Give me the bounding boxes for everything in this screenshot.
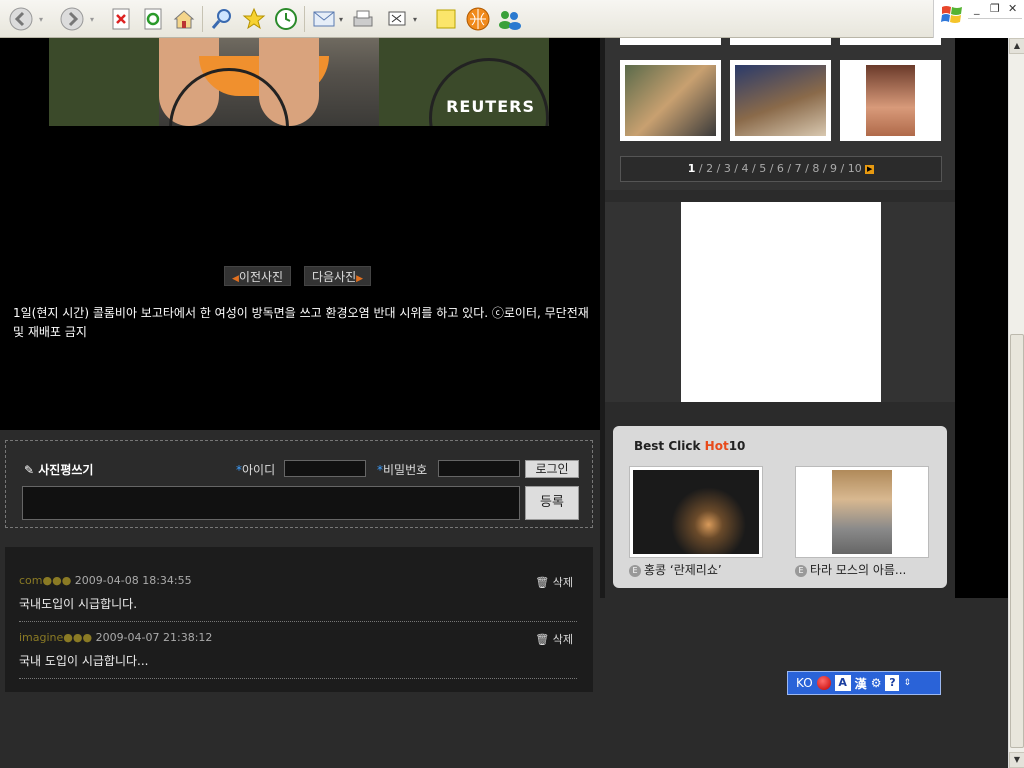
- page-current[interactable]: 1: [688, 162, 696, 175]
- page-content: REUTERS ◀이전사진 다음사진▶ 1일(현지 시간) 콜롬비아 보고타에서…: [0, 38, 1008, 768]
- hot-item[interactable]: E 타라 모스의 아름...: [795, 466, 929, 578]
- delete-comment-button[interactable]: 🗑 삭제: [535, 631, 573, 647]
- e-badge-icon: E: [795, 564, 807, 577]
- left-arrow-icon: ◀: [232, 274, 239, 284]
- prev-photo-button[interactable]: ◀이전사진: [224, 266, 292, 286]
- ime-menu-icon[interactable]: ⇕: [903, 678, 911, 688]
- browser-toolbar: ▾ ▾ ▾ ▾ _ ❐ ✕: [0, 0, 1024, 38]
- edit-icon[interactable]: [385, 6, 411, 32]
- minimize-icon[interactable]: _: [974, 2, 980, 15]
- history-icon[interactable]: [273, 6, 299, 32]
- ime-tool-icon[interactable]: ⚙: [871, 676, 882, 690]
- page-link[interactable]: 6: [777, 162, 784, 175]
- comment-text: 국내도입이 시급합니다.: [19, 597, 138, 611]
- thumbnail-3[interactable]: [840, 60, 941, 141]
- comment-item: com●●● 2009-04-08 18:34:55 국내도입이 시급합니다. …: [19, 574, 577, 622]
- hot-item-image[interactable]: [795, 466, 929, 558]
- id-label: *아이디: [236, 463, 276, 477]
- stop-icon[interactable]: [108, 6, 134, 32]
- favorites-icon[interactable]: [241, 6, 267, 32]
- page-link[interactable]: 4: [742, 162, 749, 175]
- comment-form-title: ✎ 사진평쓰기: [24, 463, 94, 477]
- home-icon[interactable]: [171, 6, 197, 32]
- scroll-up-icon[interactable]: ▲: [1009, 38, 1024, 54]
- mail-dropdown-icon[interactable]: ▾: [336, 6, 346, 32]
- scroll-thumb[interactable]: [1010, 334, 1024, 748]
- ime-help-icon[interactable]: ?: [885, 675, 900, 691]
- e-badge-icon: E: [629, 564, 641, 577]
- submit-button[interactable]: 등록: [525, 486, 579, 520]
- hot-item[interactable]: E 홍콩 ‘란제리쇼’: [629, 466, 763, 578]
- trash-icon: 🗑: [535, 633, 550, 646]
- hot-item-caption[interactable]: 타라 모스의 아름...: [810, 563, 906, 577]
- photo-viewer: REUTERS ◀이전사진 다음사진▶ 1일(현지 시간) 콜롬비아 보고타에서…: [0, 38, 600, 430]
- ad-banner[interactable]: [681, 202, 881, 402]
- search-icon[interactable]: [209, 6, 235, 32]
- comment-text: 국내 도입이 시급합니다...: [19, 654, 149, 668]
- best-click-hot10: Best Click Hot10 E 홍콩 ‘란제리쇼’ E 타라 모스의 아름..…: [613, 426, 947, 588]
- vertical-scrollbar[interactable]: ▲ ▼: [1008, 38, 1024, 768]
- notes-icon[interactable]: [433, 6, 459, 32]
- comment-date: 2009-04-08 18:34:55: [74, 574, 192, 587]
- id-field[interactable]: [284, 460, 366, 477]
- reuters-watermark: REUTERS: [446, 97, 535, 116]
- comment-form: ✎ 사진평쓰기 *아이디 *비밀번호 로그인 등록: [5, 440, 593, 528]
- korean-flag-icon: [816, 676, 831, 690]
- edit-dropdown-icon[interactable]: ▾: [410, 6, 420, 32]
- back-dropdown-icon[interactable]: ▾: [36, 6, 46, 32]
- photo-thumbnail-panel: 1 / 2 / 3 / 4 / 5 / 6 / 7 / 8 / 9 / 10 ▶: [605, 38, 955, 190]
- trash-icon: 🗑: [535, 576, 550, 589]
- password-label: *비밀번호: [377, 463, 428, 477]
- ime-lang[interactable]: KO: [796, 676, 813, 690]
- comment-author[interactable]: com●●●: [19, 574, 71, 587]
- scroll-down-icon[interactable]: ▼: [1009, 752, 1024, 768]
- pagination: 1 / 2 / 3 / 4 / 5 / 6 / 7 / 8 / 9 / 10 ▶: [620, 156, 942, 182]
- comment-item: imagine●●● 2009-04-07 21:38:12 국내 도입이 시급…: [19, 631, 577, 679]
- news-photo[interactable]: REUTERS: [49, 38, 549, 126]
- comment-list: com●●● 2009-04-08 18:34:55 국내도입이 시급합니다. …: [5, 547, 593, 692]
- hot10-title: Best Click Hot10: [634, 439, 746, 453]
- messenger-icon[interactable]: [465, 6, 491, 32]
- forward-dropdown-icon[interactable]: ▾: [87, 6, 97, 32]
- windows-logo-panel: _ ❐ ✕: [933, 0, 1024, 38]
- delete-comment-button[interactable]: 🗑 삭제: [535, 574, 573, 590]
- page-link[interactable]: 3: [724, 162, 731, 175]
- thumbnail-1[interactable]: [620, 60, 721, 141]
- photo-caption: 1일(현지 시간) 콜롬비아 보고타에서 한 여성이 방독면을 쓰고 환경오염 …: [13, 306, 589, 339]
- comment-textarea[interactable]: [22, 486, 520, 520]
- msn-icon[interactable]: [497, 6, 523, 32]
- refresh-icon[interactable]: [140, 6, 166, 32]
- ime-alpha-mode[interactable]: A: [834, 675, 851, 691]
- restore-icon[interactable]: ❐: [990, 2, 1000, 15]
- ad-frame: [605, 202, 955, 402]
- page-link[interactable]: 8: [812, 162, 819, 175]
- comment-date: 2009-04-07 21:38:12: [95, 631, 213, 644]
- ime-hanja-mode[interactable]: 漢: [855, 675, 867, 692]
- page-link[interactable]: 9: [830, 162, 837, 175]
- ime-language-bar[interactable]: KO A 漢 ⚙ ? ⇕: [787, 671, 941, 695]
- password-field[interactable]: [438, 460, 520, 477]
- close-icon[interactable]: ✕: [1008, 2, 1017, 15]
- page-link[interactable]: 7: [795, 162, 802, 175]
- next-page-icon[interactable]: ▶: [865, 164, 875, 174]
- pencil-icon: ✎: [24, 463, 35, 477]
- print-icon[interactable]: [350, 6, 376, 32]
- right-arrow-icon: ▶: [356, 274, 364, 284]
- page-link[interactable]: 2: [706, 162, 713, 175]
- page-link[interactable]: 10: [848, 162, 862, 175]
- login-button[interactable]: 로그인: [525, 460, 579, 478]
- thumbnail-2[interactable]: [730, 60, 831, 141]
- next-photo-button[interactable]: 다음사진▶: [304, 266, 372, 286]
- comment-author[interactable]: imagine●●●: [19, 631, 92, 644]
- back-icon[interactable]: [8, 6, 34, 32]
- page-link[interactable]: 5: [759, 162, 766, 175]
- hot-item-image[interactable]: [629, 466, 763, 558]
- mail-icon[interactable]: [312, 6, 338, 32]
- hot-item-caption[interactable]: 홍콩 ‘란제리쇼’: [644, 563, 722, 577]
- forward-icon[interactable]: [59, 6, 85, 32]
- windows-logo-icon: [941, 6, 962, 23]
